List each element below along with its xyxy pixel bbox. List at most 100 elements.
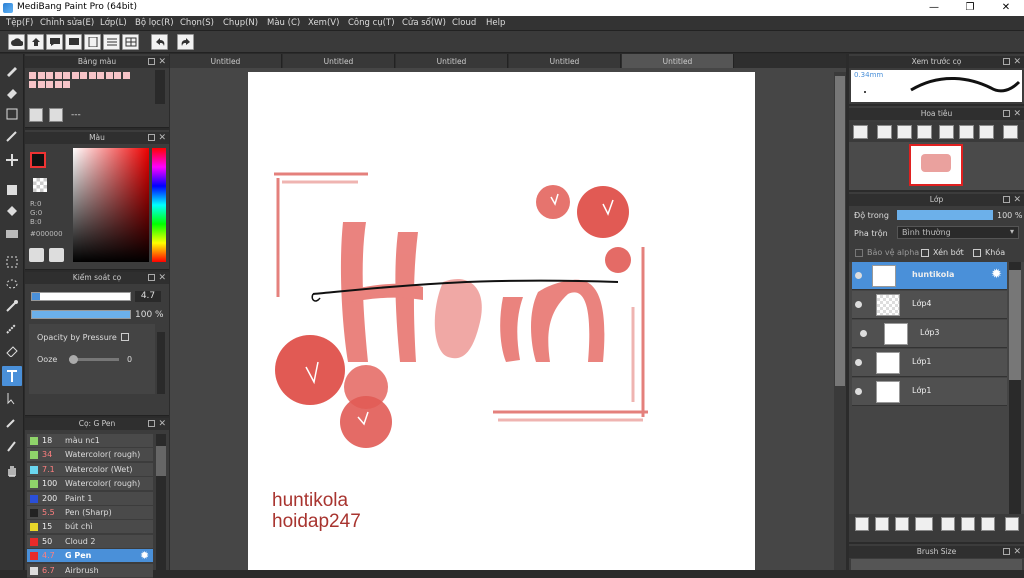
float-icon[interactable] bbox=[148, 274, 155, 281]
fill-rect-tool-icon[interactable] bbox=[2, 180, 22, 200]
dropper-icon[interactable] bbox=[2, 436, 22, 456]
eye-icon[interactable] bbox=[855, 359, 862, 366]
menu-cloud[interactable]: Cloud bbox=[452, 18, 476, 28]
layer-row[interactable]: Lớp3 bbox=[852, 320, 1007, 348]
trash-icon[interactable] bbox=[49, 108, 63, 122]
tab-document-2[interactable]: Untitled bbox=[283, 54, 395, 68]
menu-color[interactable]: Màu (C) bbox=[267, 18, 300, 28]
upload-icon[interactable] bbox=[27, 34, 44, 50]
opacity-pressure-checkbox[interactable] bbox=[121, 333, 129, 341]
maximize-button[interactable]: ❐ bbox=[952, 0, 988, 16]
document-icon[interactable] bbox=[84, 34, 101, 50]
layer-row[interactable]: huntikola ✹ bbox=[852, 262, 1007, 290]
palette-swatch[interactable] bbox=[63, 81, 70, 88]
menu-capture[interactable]: Chụp(N) bbox=[223, 18, 258, 28]
operation-tool-icon[interactable] bbox=[2, 388, 22, 408]
navigator-view[interactable] bbox=[849, 142, 1024, 190]
rotate-reset-icon[interactable] bbox=[959, 125, 974, 139]
close-icon[interactable]: ✕ bbox=[1013, 194, 1021, 206]
trash-icon[interactable] bbox=[1005, 517, 1019, 531]
palette-swatch[interactable] bbox=[29, 81, 36, 88]
rotate-right-icon[interactable] bbox=[979, 125, 994, 139]
move-tool-icon[interactable] bbox=[2, 150, 22, 170]
folder-icon[interactable] bbox=[941, 517, 955, 531]
menu-edit[interactable]: Chỉnh sửa(E) bbox=[40, 18, 94, 28]
lock-checkbox[interactable] bbox=[973, 249, 981, 257]
brush-opacity-slider[interactable] bbox=[31, 310, 131, 319]
float-icon[interactable] bbox=[148, 420, 155, 427]
menu-help[interactable]: Help bbox=[486, 18, 505, 28]
zoom-in-icon[interactable] bbox=[877, 125, 892, 139]
minimize-button[interactable]: — bbox=[916, 0, 952, 16]
select-pen-icon[interactable] bbox=[2, 318, 22, 338]
brush-list-item[interactable]: 100 Watercolor( rough) bbox=[27, 477, 153, 492]
brush-list-item[interactable]: 34 Watercolor( rough) bbox=[27, 448, 153, 463]
canvas-vertical-scrollbar[interactable] bbox=[834, 72, 846, 570]
palette-swatch[interactable] bbox=[46, 81, 53, 88]
comment-icon[interactable] bbox=[46, 34, 63, 50]
float-icon[interactable] bbox=[1003, 196, 1010, 203]
magic-wand-icon[interactable] bbox=[2, 296, 22, 316]
list-icon[interactable] bbox=[103, 34, 120, 50]
tab-document-4[interactable]: Untitled bbox=[509, 54, 621, 68]
palette-swatch[interactable] bbox=[114, 72, 121, 79]
brush-list-item[interactable]: 18 màu nc1 bbox=[27, 434, 153, 448]
merge-layer-icon[interactable] bbox=[961, 517, 975, 531]
palette-swatch[interactable] bbox=[54, 72, 62, 79]
saturation-value-picker[interactable] bbox=[73, 148, 149, 262]
eraser-tool-icon[interactable] bbox=[2, 82, 22, 102]
grid-icon[interactable] bbox=[122, 34, 139, 50]
select-rect-icon[interactable] bbox=[2, 252, 22, 272]
close-icon[interactable]: ✕ bbox=[158, 418, 166, 430]
rotate-left-icon[interactable] bbox=[939, 125, 954, 139]
palette-swatch[interactable] bbox=[54, 81, 62, 88]
palette-swatch[interactable] bbox=[122, 72, 130, 79]
float-icon[interactable] bbox=[1003, 58, 1010, 65]
palette-wheel-icon[interactable] bbox=[29, 248, 44, 262]
brush-options-scrollbar[interactable] bbox=[157, 332, 165, 394]
new-halftone-layer-icon[interactable] bbox=[895, 517, 909, 531]
gear-icon[interactable]: ✹ bbox=[140, 549, 149, 562]
brush-size-presets[interactable] bbox=[851, 559, 1022, 570]
new-layer-menu-icon[interactable] bbox=[915, 517, 933, 531]
brush-list-item[interactable]: 15 bút chì bbox=[27, 520, 153, 535]
foreground-color[interactable] bbox=[30, 152, 46, 168]
eye-icon[interactable] bbox=[855, 301, 862, 308]
palette-swatch[interactable] bbox=[105, 72, 113, 79]
menu-tools[interactable]: Công cụ(T) bbox=[348, 18, 395, 28]
close-icon[interactable]: ✕ bbox=[1013, 546, 1021, 558]
tab-document-1[interactable]: Untitled bbox=[170, 54, 282, 68]
redo-icon[interactable] bbox=[177, 34, 194, 50]
undo-icon[interactable] bbox=[151, 34, 168, 50]
palette-swatch[interactable] bbox=[37, 81, 45, 88]
layer-list-scrollbar[interactable] bbox=[1009, 262, 1021, 514]
pen-tool-icon[interactable] bbox=[2, 126, 22, 146]
close-icon[interactable]: ✕ bbox=[1013, 56, 1021, 68]
close-icon[interactable]: ✕ bbox=[158, 132, 166, 144]
fit-icon[interactable] bbox=[897, 125, 912, 139]
palette-scrollbar[interactable] bbox=[155, 70, 165, 104]
eye-icon[interactable] bbox=[855, 272, 862, 279]
close-icon[interactable]: ✕ bbox=[1013, 108, 1021, 120]
tab-document-5[interactable]: Untitled bbox=[622, 54, 734, 68]
layer-row[interactable]: Lớp4 bbox=[852, 291, 1007, 319]
new-layer-icon[interactable] bbox=[855, 517, 869, 531]
clipping-checkbox[interactable] bbox=[921, 249, 929, 257]
brush-size-value[interactable]: 4.7 bbox=[135, 291, 161, 302]
brush-list-item[interactable]: 6.7 Airbrush bbox=[27, 563, 153, 578]
close-icon[interactable]: ✕ bbox=[158, 56, 166, 68]
float-icon[interactable] bbox=[1003, 548, 1010, 555]
scroll-thumb[interactable] bbox=[835, 76, 845, 386]
float-icon[interactable] bbox=[1003, 110, 1010, 117]
palette-swatch[interactable] bbox=[88, 72, 96, 79]
eye-icon[interactable] bbox=[860, 330, 867, 337]
palette-swatch[interactable] bbox=[46, 72, 53, 79]
tab-document-3[interactable]: Untitled bbox=[396, 54, 508, 68]
gear-icon[interactable]: ✹ bbox=[991, 267, 1002, 282]
eye-icon[interactable] bbox=[855, 388, 862, 395]
select-eraser-icon[interactable] bbox=[2, 340, 22, 360]
hand-tool-icon[interactable] bbox=[2, 460, 22, 480]
palette-swatch[interactable] bbox=[80, 72, 87, 79]
menu-file[interactable]: Tệp(F) bbox=[6, 18, 33, 28]
new-palette-icon[interactable] bbox=[29, 108, 43, 122]
